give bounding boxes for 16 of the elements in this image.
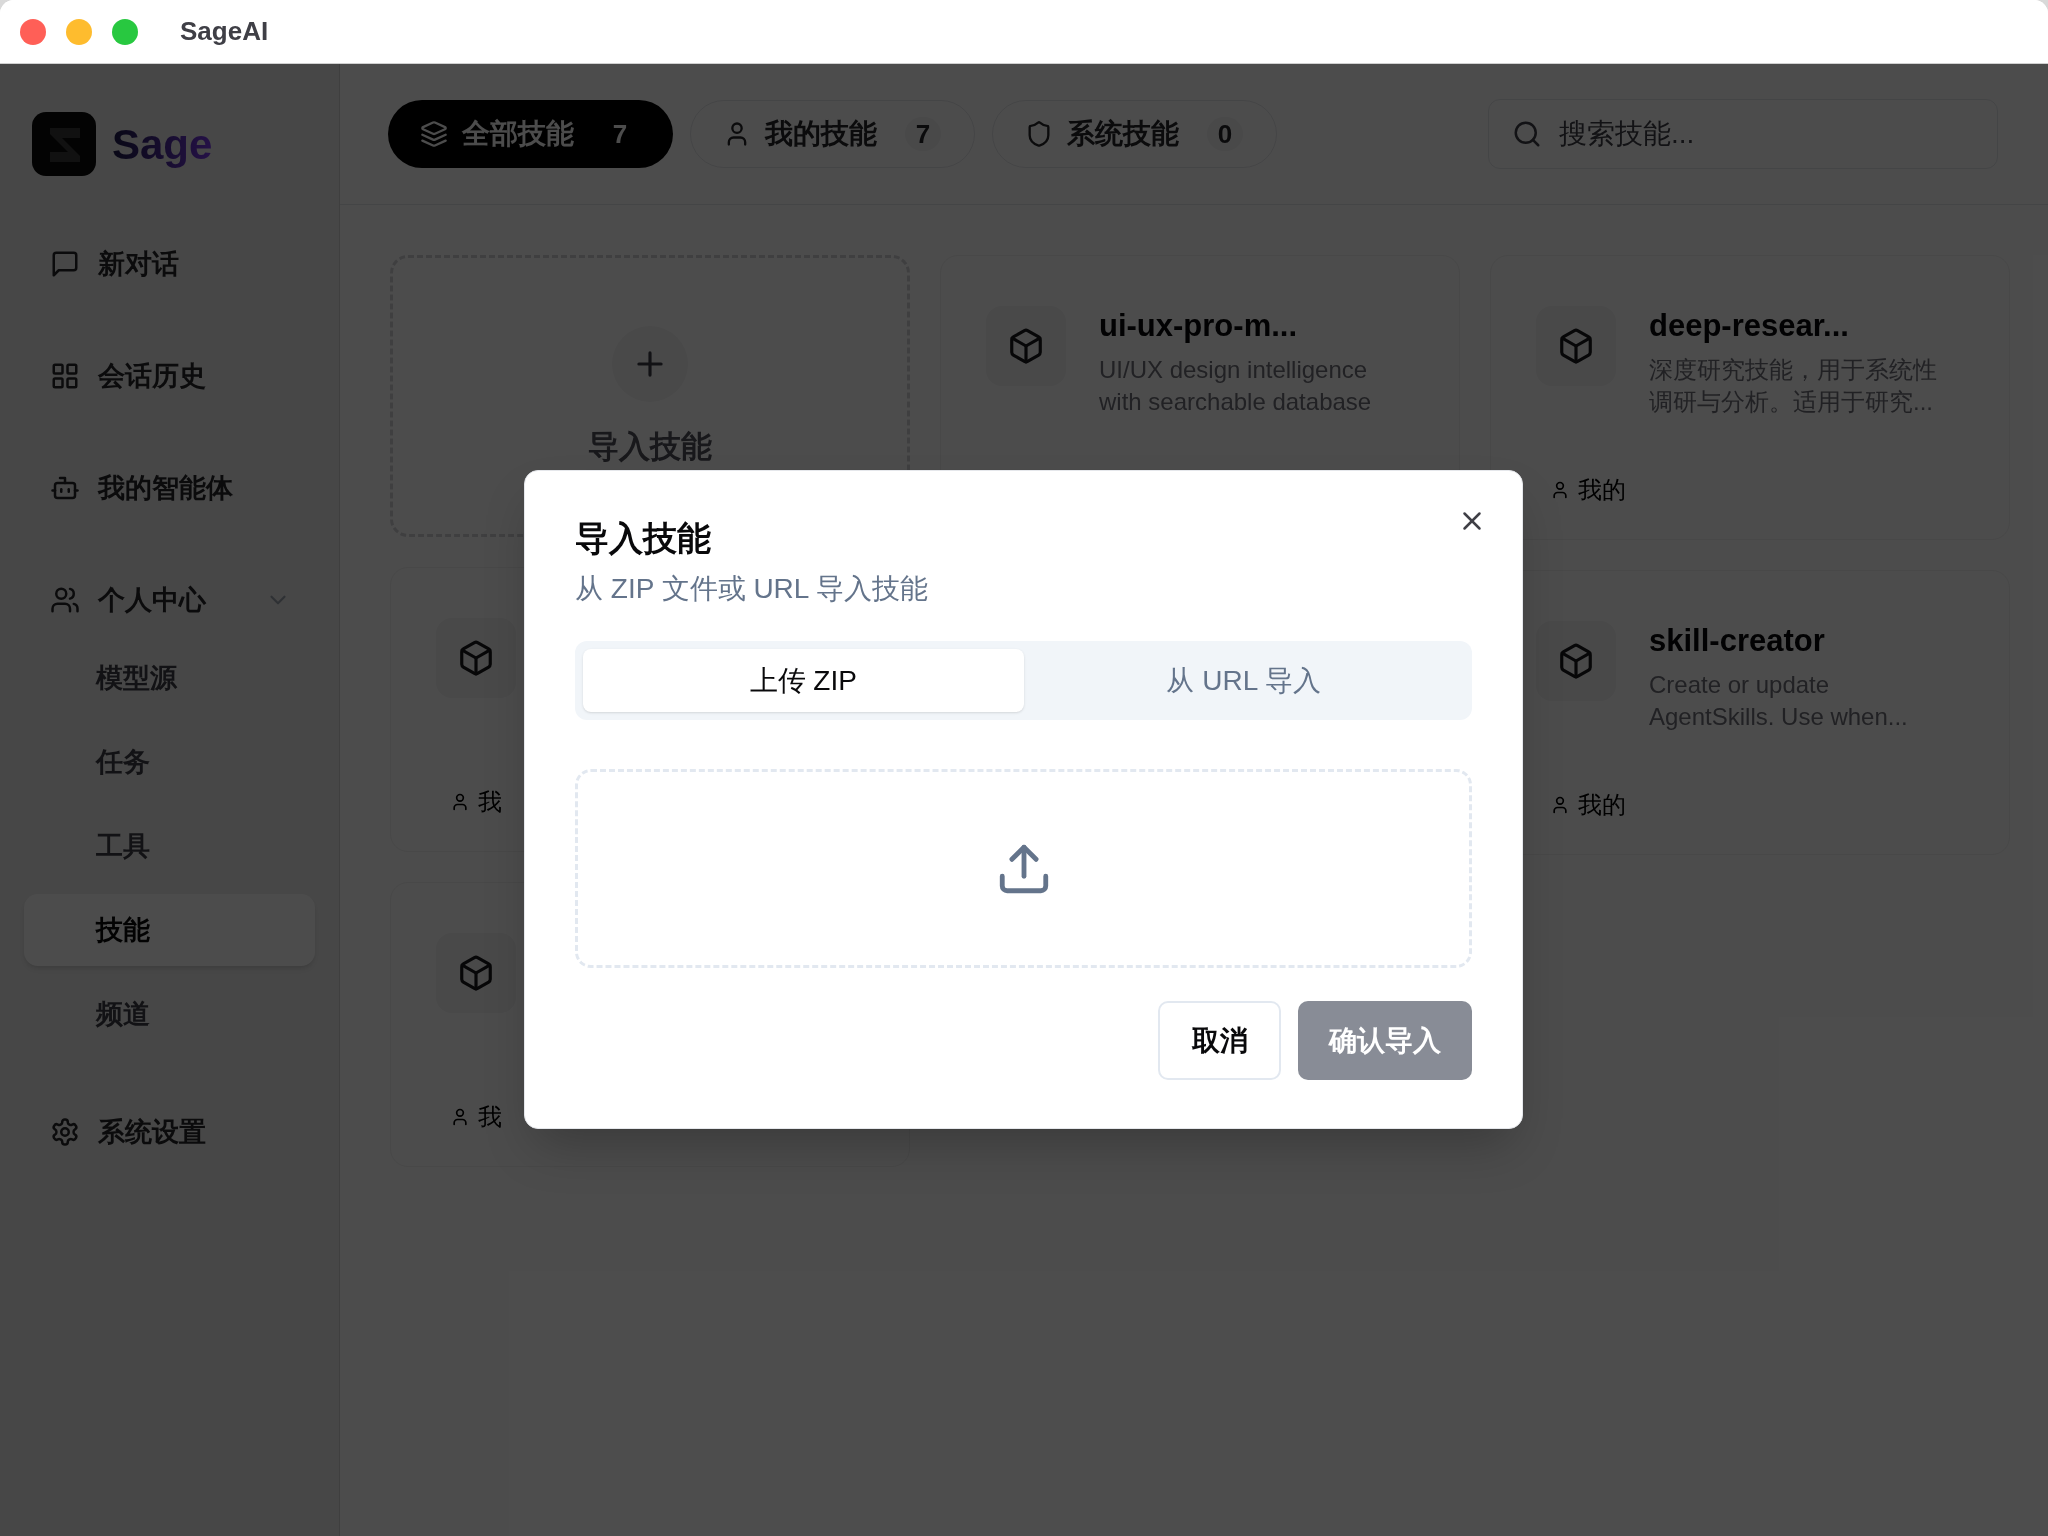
- tab-label: 系统技能: [1067, 117, 1179, 151]
- zoom-window-button[interactable]: [112, 18, 138, 45]
- close-window-button[interactable]: [20, 18, 46, 45]
- file-drop-zone[interactable]: [575, 769, 1472, 968]
- tab-label: 我的技能: [765, 117, 877, 151]
- minimize-window-button[interactable]: [66, 18, 92, 45]
- tab-count: 7: [611, 117, 629, 151]
- skill-title: deep-resear...: [1649, 307, 1850, 345]
- dialog-subtitle: 从 ZIP 文件或 URL 导入技能: [575, 572, 930, 606]
- cancel-button[interactable]: 取消: [1158, 1001, 1281, 1080]
- skill-title: ui-ux-pro-m...: [1099, 307, 1299, 345]
- skill-title: skill-creator: [1649, 622, 1826, 660]
- window-title: SageAI: [180, 15, 269, 48]
- dialog-tab[interactable]: 上传 ZIP: [583, 649, 1024, 712]
- dialog-tab[interactable]: 从 URL 导入: [1023, 649, 1464, 712]
- tab-label: 全部技能: [462, 117, 574, 151]
